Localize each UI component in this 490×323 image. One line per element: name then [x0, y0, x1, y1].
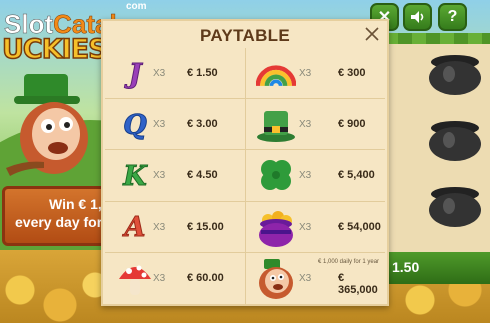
banner-line-1: Win € 1,0 — [49, 196, 110, 212]
paytable-entry: € 1,000 daily for 1 year X3 € 365,000 — [246, 253, 385, 304]
multiplier: X3 — [299, 170, 312, 182]
dialog-header: PAYTABLE — [103, 21, 387, 47]
paytable-entry: A X3 € 15.00 — [105, 201, 246, 253]
paytable-entry: X3 € 54,000 — [246, 202, 385, 253]
multiplier: X3 — [153, 170, 166, 182]
prize-value: € 300 — [338, 67, 366, 79]
letter-k-icon: K — [123, 160, 147, 192]
letter-j-icon: J — [128, 58, 142, 90]
letter-a-icon: A — [124, 212, 146, 244]
paytable-entry: X3 € 5,400 — [246, 150, 385, 202]
paytable-entry: X3 € 900 — [246, 99, 385, 151]
close-icon — [365, 27, 379, 41]
prize-value: € 60.00 — [187, 271, 224, 284]
logo-text-part1: Slot — [4, 9, 54, 40]
sound-button[interactable] — [403, 3, 432, 31]
paytable-entry: X3 € 60.00 — [105, 252, 246, 304]
multiplier: X3 — [299, 68, 312, 79]
prize-value: € 15.00 — [187, 220, 224, 233]
reel-area — [384, 44, 490, 254]
multiplier: X3 — [153, 68, 166, 79]
rainbow-icon — [256, 54, 296, 94]
letter-q-icon: Q — [123, 109, 148, 141]
bet-bar: 1.50 — [384, 252, 490, 284]
leprechaun-character — [6, 74, 88, 176]
mushroom-icon — [115, 259, 155, 299]
multiplier: X3 — [299, 221, 312, 233]
paytable-entry: K X3 € 4.50 — [105, 150, 246, 202]
prize-value: € 365,000 — [338, 271, 378, 296]
green-hat-icon — [256, 105, 296, 145]
dialog-title: PAYTABLE — [200, 26, 290, 45]
logo-suffix: com — [126, 1, 147, 12]
prize-value: € 900 — [338, 118, 366, 131]
multiplier: X3 — [153, 221, 166, 233]
paytable-entry: Q X3 € 3.00 — [105, 99, 246, 151]
close-dialog-button[interactable] — [363, 25, 381, 43]
multiplier: X3 — [299, 272, 312, 284]
pot-icon — [429, 121, 481, 161]
leprechaun-icon — [256, 258, 296, 299]
prize-value: € 3.00 — [187, 118, 218, 131]
multiplier: X3 — [153, 119, 166, 131]
help-icon: ? — [447, 8, 458, 25]
bet-value: 1.50 — [392, 259, 420, 275]
prize-value: € 5,400 — [338, 169, 375, 182]
paytable-grid: J X3 € 1.50 X3 € 300 Q X3 € 3.00 X3 € 90… — [105, 48, 385, 304]
multiplier: X3 — [299, 119, 312, 131]
prize-value: € 4.50 — [187, 169, 218, 182]
jackpot-note: € 1,000 daily for 1 year — [318, 258, 380, 265]
four-leaf-clover-icon — [256, 156, 296, 196]
pot-icon — [429, 55, 481, 95]
pot-of-gold-icon — [256, 208, 296, 248]
prize-value: € 1.50 — [187, 67, 218, 79]
sound-icon — [410, 11, 423, 23]
paytable-entry: X3 € 300 — [246, 48, 385, 100]
paytable-entry: J X3 € 1.50 — [105, 48, 246, 100]
jackpot-banner: Win € 1,0 every day for — [2, 186, 114, 246]
help-button[interactable]: ? — [438, 3, 467, 31]
pot-icon — [429, 187, 481, 227]
multiplier: X3 — [153, 272, 166, 284]
paytable-dialog: PAYTABLE J X3 € 1.50 X3 € 300 Q X3 € 3.0… — [101, 19, 389, 306]
banner-line-2: every day for — [15, 214, 103, 230]
prize-value: € 54,000 — [338, 220, 381, 233]
